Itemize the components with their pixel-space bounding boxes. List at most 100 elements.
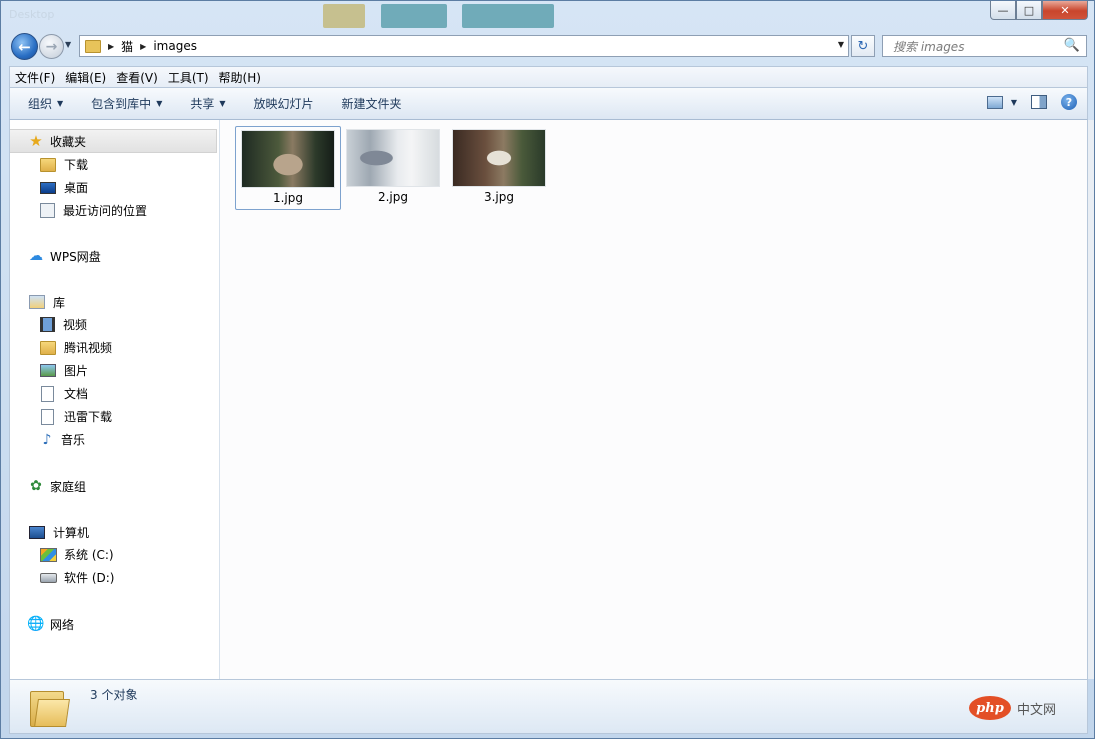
- navigation-bar: ← → ▼ ▶ 猫 ▶ images ▼ ↻ 🔍: [1, 31, 1094, 63]
- minimize-button[interactable]: —: [990, 1, 1016, 20]
- breadcrumb-item[interactable]: 猫: [121, 38, 133, 55]
- details-pane: 3 个对象: [9, 679, 1088, 734]
- computer-icon: [29, 525, 45, 539]
- sidebar-item-pictures[interactable]: 图片: [10, 359, 219, 382]
- sidebar-item-label: 桌面: [64, 181, 89, 195]
- document-icon: [41, 385, 54, 402]
- file-item[interactable]: 3.jpg: [447, 126, 553, 210]
- sidebar-item-label: 最近访问的位置: [63, 204, 148, 218]
- chevron-down-icon: ▼: [156, 99, 163, 108]
- folder-icon: [40, 157, 56, 172]
- sidebar-item-wps-cloud[interactable]: ☁ WPS网盘: [10, 245, 219, 267]
- address-dropdown-icon[interactable]: ▼: [838, 40, 844, 49]
- sidebar-item-videos[interactable]: 视频: [10, 313, 219, 336]
- menu-edit[interactable]: 编辑(E): [60, 69, 111, 86]
- sidebar-item-label: 计算机: [53, 525, 90, 540]
- sidebar-item-thunder-downloads[interactable]: 迅雷下载: [10, 405, 219, 428]
- background-button-3: [462, 4, 554, 28]
- cloud-group: ☁ WPS网盘: [10, 245, 219, 267]
- folder-icon: [30, 687, 70, 727]
- sidebar-item-label: 图片: [64, 364, 89, 378]
- chevron-down-icon: ▼: [1010, 97, 1017, 107]
- sidebar-item-label: WPS网盘: [50, 249, 101, 264]
- include-in-library-label: 包含到库中: [91, 97, 152, 111]
- title-bar[interactable]: Desktop — □ ✕: [1, 1, 1094, 31]
- new-folder-button[interactable]: 新建文件夹: [332, 95, 412, 112]
- sidebar-item-libraries[interactable]: 库: [10, 291, 219, 313]
- refresh-button[interactable]: ↻: [851, 35, 875, 57]
- menu-view[interactable]: 查看(V): [111, 69, 163, 86]
- file-item[interactable]: 2.jpg: [341, 126, 447, 210]
- library-icon: [29, 295, 45, 309]
- sidebar-item-drive-d[interactable]: 软件 (D:): [10, 566, 219, 589]
- sidebar-item-tencent-video[interactable]: 腾讯视频: [10, 336, 219, 359]
- sidebar-item-label: 视频: [63, 318, 88, 332]
- search-input[interactable]: [891, 37, 1065, 57]
- sidebar-item-label: 软件 (D:): [64, 571, 115, 585]
- recent-pages-dropdown-icon[interactable]: ▼: [65, 40, 71, 49]
- file-item[interactable]: 1.jpg: [235, 126, 341, 210]
- menu-file[interactable]: 文件(F): [10, 69, 60, 86]
- sidebar-item-music[interactable]: ♪ 音乐: [10, 428, 219, 451]
- forward-button[interactable]: →: [39, 34, 64, 59]
- slideshow-button[interactable]: 放映幻灯片: [244, 95, 324, 112]
- command-bar-right: ▼ ?: [986, 94, 1077, 110]
- file-name: 2.jpg: [377, 190, 409, 204]
- sidebar-item-network[interactable]: 🌐 网络: [10, 613, 219, 635]
- preview-pane-button[interactable]: [1031, 95, 1047, 109]
- sidebar-item-favorites[interactable]: ★ 收藏夹: [10, 129, 217, 153]
- view-icon: [986, 95, 1003, 109]
- vertical-scrollbar[interactable]: [1088, 120, 1094, 679]
- sidebar-item-label: 网络: [50, 617, 75, 632]
- close-button[interactable]: ✕: [1042, 1, 1088, 20]
- menu-help[interactable]: 帮助(H): [214, 69, 266, 86]
- sidebar-item-label: 迅雷下载: [64, 410, 113, 424]
- breadcrumb-arrow-icon[interactable]: ▶: [108, 42, 114, 51]
- sidebar-item-homegroup[interactable]: ✿ 家庭组: [10, 475, 219, 497]
- image-thumbnail: [346, 129, 440, 187]
- breadcrumb-item-current[interactable]: images: [153, 39, 197, 53]
- menu-bar: 文件(F) 编辑(E) 查看(V) 工具(T) 帮助(H): [9, 66, 1088, 88]
- drive-icon: [40, 572, 57, 583]
- background-button-2: [381, 4, 447, 28]
- sidebar-item-drive-c[interactable]: 系统 (C:): [10, 543, 219, 566]
- sidebar-item-label: 系统 (C:): [64, 548, 114, 562]
- sidebar-item-desktop[interactable]: 桌面: [10, 176, 219, 199]
- share-label: 共享: [190, 97, 215, 111]
- back-button[interactable]: ←: [11, 33, 38, 60]
- chevron-down-icon: ▼: [219, 99, 226, 108]
- file-name: 3.jpg: [483, 190, 515, 204]
- navigation-pane: ★ 收藏夹 下载 桌面 最近访问的位置 ☁ WPS网盘 库 视频 腾讯视频 图片…: [9, 120, 220, 679]
- organize-label: 组织: [28, 97, 53, 111]
- search-icon[interactable]: 🔍: [1064, 38, 1080, 53]
- maximize-button[interactable]: □: [1016, 1, 1042, 20]
- chevron-down-icon: ▼: [57, 99, 64, 108]
- file-list-area[interactable]: 1.jpg 2.jpg 3.jpg: [220, 120, 1088, 679]
- desktop-icon: [40, 181, 56, 194]
- image-thumbnail: [452, 129, 546, 187]
- organize-button[interactable]: 组织 ▼: [18, 95, 73, 112]
- address-bar[interactable]: ▶ 猫 ▶ images ▼: [79, 35, 849, 57]
- sidebar-item-label: 文档: [64, 387, 89, 401]
- sidebar-item-recent-places[interactable]: 最近访问的位置: [10, 199, 219, 222]
- change-view-button[interactable]: ▼: [986, 95, 1017, 109]
- music-note-icon: ♪: [42, 431, 52, 448]
- help-button[interactable]: ?: [1061, 94, 1077, 110]
- computer-group: 计算机 系统 (C:) 软件 (D:): [10, 521, 219, 589]
- menu-tools[interactable]: 工具(T): [163, 69, 214, 86]
- share-button[interactable]: 共享 ▼: [180, 95, 235, 112]
- sidebar-item-documents[interactable]: 文档: [10, 382, 219, 405]
- item-count: 3 个对象: [90, 688, 138, 702]
- image-thumbnail: [241, 130, 335, 188]
- sidebar-item-downloads[interactable]: 下载: [10, 153, 219, 176]
- watermark: php 中文网: [969, 696, 1056, 720]
- search-box[interactable]: 🔍: [882, 35, 1087, 57]
- breadcrumb-arrow-icon[interactable]: ▶: [140, 42, 146, 51]
- watermark-text: 中文网: [1017, 702, 1057, 718]
- picture-icon: [40, 364, 56, 377]
- include-in-library-button[interactable]: 包含到库中 ▼: [81, 95, 172, 112]
- sidebar-item-computer[interactable]: 计算机: [10, 521, 219, 543]
- sidebar-item-label: 下载: [64, 158, 89, 172]
- cloud-icon: ☁: [29, 248, 43, 264]
- system-drive-icon: [40, 547, 57, 562]
